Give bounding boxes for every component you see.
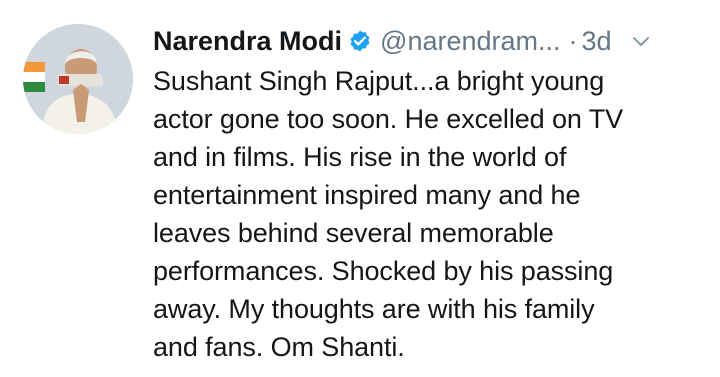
tweet-timestamp[interactable]: 3d <box>582 20 612 62</box>
header-separator: · <box>568 26 578 56</box>
tweet-text: Sushant Singh Rajput...a bright young ac… <box>153 66 624 362</box>
profile-avatar[interactable] <box>23 24 133 134</box>
chevron-down-icon[interactable] <box>630 30 652 52</box>
author-name[interactable]: Narendra Modi <box>153 20 342 62</box>
tweet-header: Narendra Modi @narendram... · 3d <box>153 20 713 62</box>
verified-badge-icon <box>348 29 372 53</box>
tweet-card[interactable]: Narendra Modi @narendram... · 3d Sushant… <box>0 0 720 377</box>
avatar-image <box>23 24 133 134</box>
author-handle[interactable]: @narendram... <box>380 20 560 62</box>
tweet-content: Narendra Modi @narendram... · 3d Sushant… <box>153 20 713 366</box>
